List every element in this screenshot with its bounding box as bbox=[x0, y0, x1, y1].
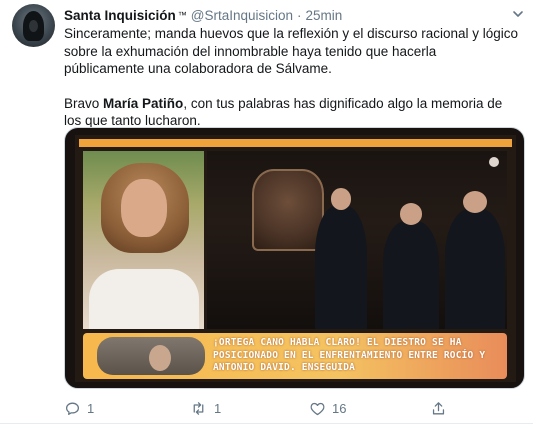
separator: · bbox=[297, 7, 302, 23]
tweet-header: Santa Inquisición ™ @SrtaInquisicion · 2… bbox=[64, 6, 493, 24]
author-badge: ™ bbox=[177, 10, 187, 20]
video-left-pane bbox=[83, 151, 204, 329]
avatar[interactable] bbox=[12, 4, 55, 47]
reply-icon bbox=[64, 400, 87, 417]
banner-text: ¡ORTEGA CANO HABLA CLARO! EL DIESTRO SE … bbox=[213, 337, 486, 373]
tweet-actions: 1 1 16 bbox=[64, 398, 519, 418]
attendee bbox=[383, 203, 439, 329]
share-button[interactable] bbox=[430, 398, 453, 418]
author-handle[interactable]: @SrtaInquisicion bbox=[191, 8, 293, 23]
reply-button[interactable]: 1 bbox=[64, 398, 94, 418]
like-button[interactable]: 16 bbox=[309, 398, 346, 418]
avatar-figure bbox=[23, 11, 44, 41]
mentioned-name: María Patiño bbox=[103, 95, 184, 111]
frame-top-bar bbox=[79, 139, 512, 147]
woman-shirt bbox=[89, 269, 199, 329]
retweet-icon bbox=[189, 400, 214, 417]
banner-inset-image bbox=[97, 337, 205, 375]
reply-count: 1 bbox=[87, 400, 95, 416]
paragraph-2-prefix: Bravo bbox=[64, 95, 104, 111]
video-right-pane bbox=[207, 151, 507, 329]
news-banner: ¡ORTEGA CANO HABLA CLARO! EL DIESTRO SE … bbox=[83, 333, 507, 379]
author-name[interactable]: Santa Inquisición bbox=[64, 8, 176, 23]
woman-face bbox=[121, 179, 167, 237]
tv-frame: ¡ORTEGA CANO HABLA CLARO! EL DIESTRO SE … bbox=[75, 135, 516, 382]
tweet-media-video[interactable]: ¡ORTEGA CANO HABLA CLARO! EL DIESTRO SE … bbox=[64, 127, 525, 389]
coffin bbox=[252, 169, 324, 251]
channel-logo-icon bbox=[489, 157, 499, 167]
pallbearer bbox=[315, 188, 367, 329]
chevron-down-icon[interactable] bbox=[511, 7, 525, 21]
timestamp[interactable]: 25min bbox=[306, 8, 343, 23]
like-count: 16 bbox=[332, 400, 347, 416]
tweet-paragraph-2: Bravo María Patiño, con tus palabras has… bbox=[64, 95, 519, 130]
retweet-count: 1 bbox=[214, 400, 222, 416]
share-icon bbox=[430, 400, 453, 417]
attendee bbox=[445, 191, 505, 329]
retweet-button[interactable]: 1 bbox=[189, 398, 221, 418]
tweet[interactable]: Santa Inquisición ™ @SrtaInquisicion · 2… bbox=[0, 0, 533, 424]
tweet-text: Sinceramente; manda huevos que la reflex… bbox=[64, 25, 519, 130]
heart-icon bbox=[309, 400, 332, 417]
tweet-paragraph-1: Sinceramente; manda huevos que la reflex… bbox=[64, 26, 518, 76]
